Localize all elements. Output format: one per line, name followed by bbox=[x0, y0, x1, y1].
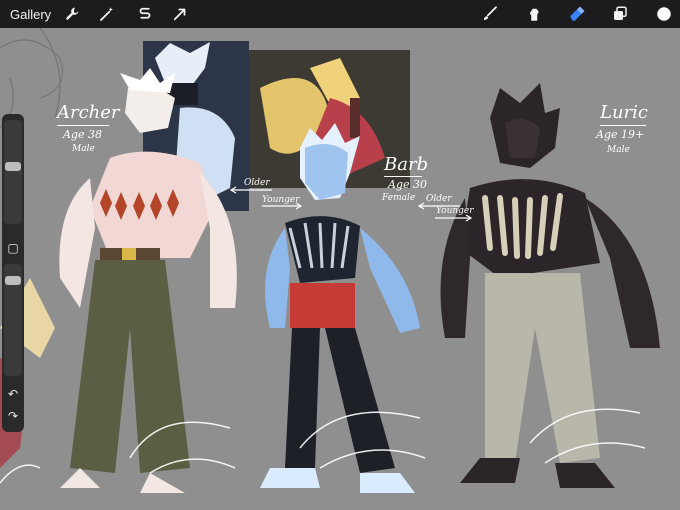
top-toolbar: Gallery bbox=[0, 0, 680, 28]
color-swatch-icon[interactable] bbox=[651, 0, 677, 28]
brush-icon[interactable] bbox=[477, 0, 503, 28]
older-label-2: Older bbox=[426, 194, 452, 204]
magic-wand-icon[interactable] bbox=[94, 0, 120, 28]
archer-age: Age 38 bbox=[63, 128, 102, 141]
selection-icon[interactable] bbox=[132, 0, 158, 28]
modify-button[interactable]: ▢ bbox=[5, 240, 21, 256]
eraser-icon[interactable] bbox=[564, 0, 590, 28]
undo-button[interactable]: ↶ bbox=[5, 386, 21, 402]
drawing-canvas[interactable]: Archer Age 38 Male Barb Age 30 Female Lu… bbox=[0, 28, 680, 510]
brush-size-slider[interactable] bbox=[4, 120, 22, 224]
layers-icon[interactable] bbox=[607, 0, 633, 28]
younger-label-2: Younger bbox=[436, 206, 474, 216]
smudge-icon[interactable] bbox=[522, 0, 548, 28]
gallery-button[interactable]: Gallery bbox=[10, 0, 51, 28]
older-label-1: Older bbox=[244, 178, 270, 188]
luric-name-underline bbox=[600, 125, 646, 126]
luric-gender: Male bbox=[607, 145, 630, 155]
barb-age: Age 30 bbox=[388, 178, 427, 191]
opacity-slider[interactable] bbox=[4, 264, 22, 376]
brush-size-handle[interactable] bbox=[5, 162, 21, 171]
opacity-handle[interactable] bbox=[5, 276, 21, 285]
archer-gender: Male bbox=[72, 144, 95, 154]
luric-age: Age 19+ bbox=[596, 128, 645, 141]
sidebar: ▢ ↶ ↷ bbox=[2, 114, 24, 432]
archer-name-underline bbox=[57, 125, 109, 126]
artwork bbox=[0, 28, 660, 493]
character-luric bbox=[440, 83, 660, 488]
background-sketch bbox=[0, 28, 64, 129]
transform-arrow-icon[interactable] bbox=[167, 0, 193, 28]
barb-name-underline bbox=[384, 176, 422, 177]
luric-name: Luric bbox=[600, 102, 648, 123]
barb-name: Barb bbox=[384, 154, 429, 175]
redo-button[interactable]: ↷ bbox=[5, 408, 21, 424]
younger-label-1: Younger bbox=[262, 195, 300, 205]
wrench-icon[interactable] bbox=[60, 0, 86, 28]
archer-name: Archer bbox=[57, 102, 120, 123]
barb-gender: Female bbox=[382, 193, 416, 203]
